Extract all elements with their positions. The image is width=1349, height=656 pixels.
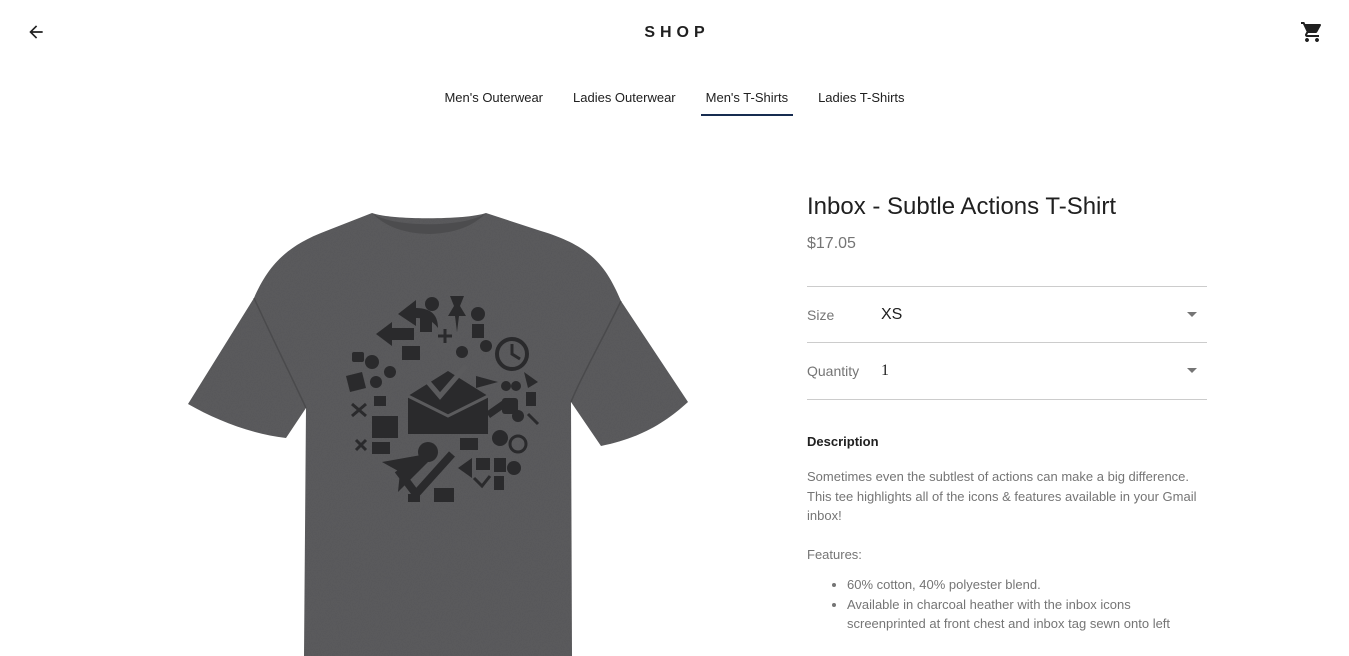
shirt-body <box>188 213 688 656</box>
product-title: Inbox - Subtle Actions T-Shirt <box>807 193 1117 220</box>
size-value: XS <box>881 305 903 323</box>
tab-ladies-outerwear[interactable]: Ladies Outerwear <box>573 80 676 116</box>
tab-mens-tshirts[interactable]: Men's T-Shirts <box>700 80 794 116</box>
chevron-down-icon <box>1187 311 1197 317</box>
tab-mens-outerwear[interactable]: Men's Outerwear <box>444 80 543 116</box>
tab-ladies-tshirts[interactable]: Ladies T-Shirts <box>818 80 904 116</box>
quantity-value: 1 <box>881 362 889 379</box>
features-label: Features: <box>807 546 862 562</box>
product-image <box>176 176 700 656</box>
shop-logo[interactable]: SHOP <box>0 24 1349 42</box>
shopping-cart-icon <box>1301 22 1322 42</box>
description-text: Sometimes even the subtlest of actions c… <box>807 469 1197 523</box>
size-label: Size <box>807 306 835 323</box>
cart-button[interactable] <box>1298 18 1326 46</box>
size-select[interactable]: Size XS <box>807 287 1207 343</box>
chevron-down-icon <box>1187 368 1197 373</box>
app-header: SHOP <box>0 0 1349 64</box>
product-detail: Inbox - Subtle Actions T-Shirt $17.05 Si… <box>807 190 1207 634</box>
description-heading: Description <box>807 434 879 449</box>
list-item: 60% cotton, 40% polyester blend. <box>847 575 1207 595</box>
quantity-label: Quantity <box>807 363 860 379</box>
list-item: Available in charcoal heather with the i… <box>847 595 1207 634</box>
category-tabs: Men's Outerwear Ladies Outerwear Men's T… <box>0 80 1349 116</box>
quantity-select[interactable]: Quantity 1 <box>807 343 1207 400</box>
option-pickers: Size XS Quantity 1 <box>807 286 1207 400</box>
tshirt-image <box>188 213 688 656</box>
features-list: 60% cotton, 40% polyester blend. Availab… <box>807 575 1207 634</box>
product-price: $17.05 <box>807 235 856 252</box>
